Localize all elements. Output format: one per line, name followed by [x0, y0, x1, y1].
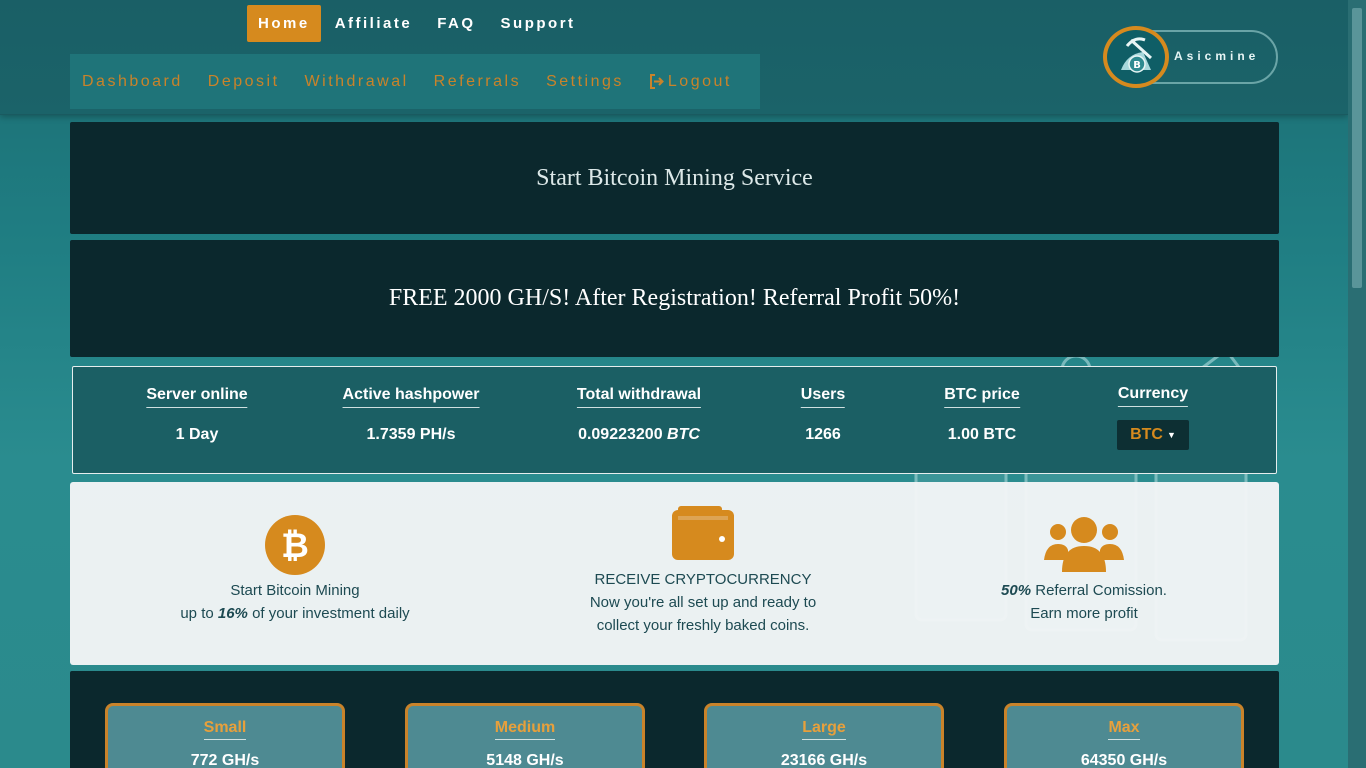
- stats-panel: Server online 1 Day Active hashpower 1.7…: [72, 366, 1277, 474]
- top-navigation: Home Affiliate FAQ Support: [247, 5, 590, 42]
- promo-text: FREE 2000 GH/S! After Registration! Refe…: [388, 285, 961, 311]
- stat-value: 0.09223200 BTC: [578, 426, 700, 443]
- account-navigation: Dashboard Deposit Withdrawal Referrals S…: [70, 54, 760, 109]
- plan-rate: 772 GH/s: [190, 752, 260, 768]
- currency-select[interactable]: BTC ▼: [1117, 420, 1189, 450]
- stat-label: Users: [800, 386, 846, 408]
- stat-label: Currency: [1117, 385, 1189, 407]
- promo-banner: FREE 2000 GH/S! After Registration! Refe…: [70, 240, 1279, 357]
- bitcoin-icon: ₿: [265, 515, 325, 575]
- chevron-down-icon: ▼: [1166, 430, 1176, 440]
- plan-card-small[interactable]: Small 772 GH/s: [105, 703, 345, 768]
- feature-mining-text: Start Bitcoin Mining up to 16% of your i…: [180, 582, 410, 622]
- stat-label: BTC price: [944, 386, 1020, 408]
- stat-value: 1 Day: [175, 426, 219, 443]
- features-panel: ₿ Start Bitcoin Mining up to 16% of your…: [70, 482, 1279, 665]
- logout-label: Logout: [667, 72, 732, 90]
- stat-label: Server online: [146, 386, 248, 408]
- site-logo[interactable]: B Asicmine: [1102, 26, 1282, 88]
- users-group-icon: [1044, 517, 1124, 572]
- plan-name: Large: [802, 719, 846, 740]
- plans-panel: Small 772 GH/s Medium 5148 GH/s Large 23…: [70, 671, 1279, 768]
- plan-card-max[interactable]: Max 64350 GH/s: [1004, 703, 1244, 768]
- subnav-settings[interactable]: Settings: [546, 73, 624, 91]
- feature-receive-text: RECEIVE CRYPTOCURRENCY Now you're all se…: [589, 571, 817, 634]
- nav-affiliate[interactable]: Affiliate: [324, 5, 424, 42]
- feature-referral-text: 50% Referral Comission. Earn more profit: [1001, 582, 1167, 622]
- subnav-dashboard[interactable]: Dashboard: [82, 73, 183, 91]
- plan-card-large[interactable]: Large 23166 GH/s: [704, 703, 944, 768]
- plan-card-medium[interactable]: Medium 5148 GH/s: [405, 703, 645, 768]
- bitcoin-miner-logo-icon: B: [1103, 26, 1169, 88]
- subnav-withdrawal[interactable]: Withdrawal: [305, 73, 409, 91]
- plan-rate: 23166 GH/s: [780, 752, 868, 768]
- wallet-icon: [672, 506, 734, 560]
- nav-home[interactable]: Home: [247, 5, 321, 42]
- plan-rate: 64350 GH/s: [1080, 752, 1168, 768]
- svg-text:B: B: [1133, 60, 1141, 71]
- plan-name: Medium: [494, 719, 556, 740]
- stat-value: 1.7359 PH/s: [366, 426, 456, 443]
- plan-rate: 5148 GH/s: [486, 752, 564, 768]
- subnav-deposit[interactable]: Deposit: [208, 73, 280, 91]
- page-scrollbar[interactable]: [1348, 0, 1366, 768]
- nav-support[interactable]: Support: [490, 5, 587, 42]
- stat-label: Active hashpower: [342, 386, 480, 408]
- plan-name: Max: [1108, 719, 1140, 740]
- stat-label: Total withdrawal: [576, 386, 702, 408]
- plan-name: Small: [203, 719, 247, 740]
- svg-text:₿: ₿: [281, 526, 309, 566]
- headline-text: Start Bitcoin Mining Service: [536, 164, 813, 191]
- subnav-logout[interactable]: Logout: [649, 73, 732, 91]
- logout-icon: [649, 74, 664, 89]
- scrollbar-thumb[interactable]: [1352, 8, 1362, 288]
- subnav-referrals[interactable]: Referrals: [434, 73, 521, 91]
- nav-faq[interactable]: FAQ: [426, 5, 486, 42]
- logo-text: Asicmine: [1174, 49, 1260, 63]
- stat-value: 1266: [805, 426, 841, 443]
- headline-banner: Start Bitcoin Mining Service: [70, 122, 1279, 234]
- header-bar: Home Affiliate FAQ Support Dashboard Dep…: [0, 0, 1348, 115]
- currency-selected: BTC: [1130, 426, 1163, 443]
- stat-value: 1.00 BTC: [947, 426, 1017, 443]
